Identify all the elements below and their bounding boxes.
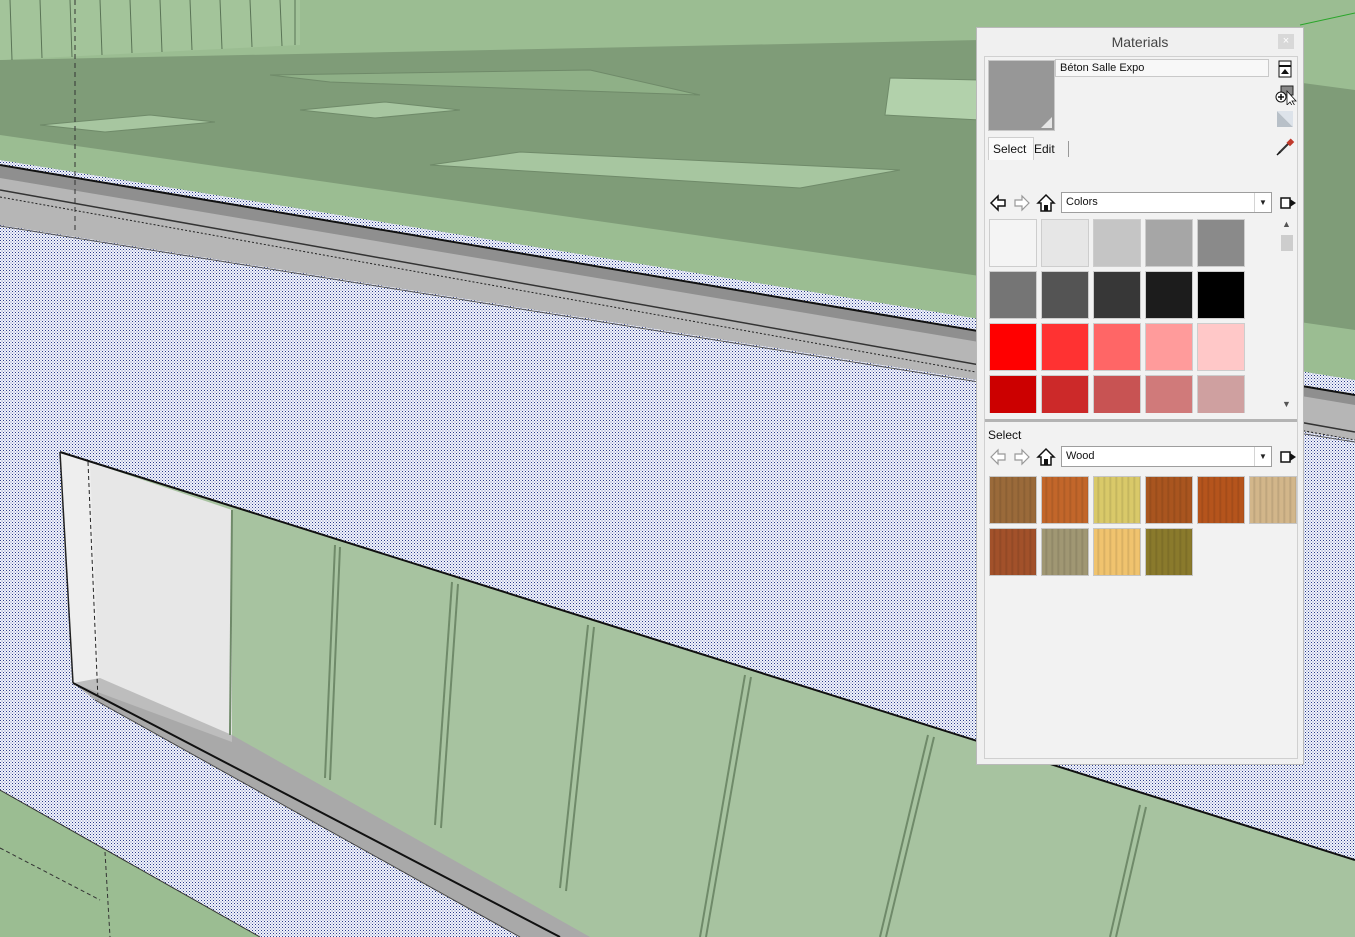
create-material-icon[interactable] xyxy=(1275,83,1297,108)
materials-panel: Materials × Béton Salle Expo Select Edit… xyxy=(976,27,1304,765)
color-swatch[interactable] xyxy=(1197,219,1245,267)
display-secondary-pane-icon[interactable] xyxy=(1275,59,1295,79)
color-swatch[interactable] xyxy=(1145,271,1193,319)
wood-swatch[interactable] xyxy=(1145,476,1193,524)
eyedropper-icon[interactable] xyxy=(1275,137,1295,157)
home-icon[interactable] xyxy=(1036,193,1056,213)
wood-swatch[interactable] xyxy=(1093,476,1141,524)
chevron-down-icon: ▼ xyxy=(1254,193,1271,212)
default-material-icon[interactable] xyxy=(1275,109,1295,129)
materials-panel-body: Béton Salle Expo Select Edit Colors ▼ ▲ … xyxy=(984,56,1298,759)
wood-swatch[interactable] xyxy=(989,528,1037,576)
forward-arrow-icon[interactable] xyxy=(1012,193,1032,213)
wood-swatch[interactable] xyxy=(989,476,1037,524)
forward-arrow-icon[interactable] xyxy=(1012,447,1032,467)
color-swatch[interactable] xyxy=(989,271,1037,319)
home-icon[interactable] xyxy=(1036,447,1056,467)
color-swatch[interactable] xyxy=(1093,323,1141,371)
secondary-pane-label: Select xyxy=(988,428,1022,442)
wood-swatch[interactable] xyxy=(1145,528,1193,576)
color-swatch[interactable] xyxy=(1093,271,1141,319)
tab-edit[interactable]: Edit xyxy=(1030,141,1069,157)
color-swatch[interactable] xyxy=(989,219,1037,267)
details-arrow-icon[interactable] xyxy=(1278,193,1298,213)
material-name-field[interactable]: Béton Salle Expo xyxy=(1055,59,1269,77)
back-arrow-icon[interactable] xyxy=(988,193,1008,213)
library-dropdown-wood[interactable]: Wood ▼ xyxy=(1061,446,1272,467)
color-swatch-grid xyxy=(988,217,1276,413)
color-swatch[interactable] xyxy=(1145,375,1193,413)
bottom-browser-nav: Wood ▼ xyxy=(988,445,1296,469)
wood-swatch[interactable] xyxy=(1197,476,1245,524)
scroll-down-icon[interactable]: ▼ xyxy=(1282,399,1291,409)
color-swatch[interactable] xyxy=(1145,219,1193,267)
color-swatch[interactable] xyxy=(989,323,1037,371)
color-swatch[interactable] xyxy=(1197,323,1245,371)
color-swatch[interactable] xyxy=(1145,323,1193,371)
current-material-swatch[interactable] xyxy=(988,60,1055,131)
color-swatch[interactable] xyxy=(1041,375,1089,413)
swatch-corner-icon xyxy=(1041,117,1052,128)
details-arrow-icon[interactable] xyxy=(1278,447,1298,467)
wood-swatch[interactable] xyxy=(1093,528,1141,576)
wood-swatch[interactable] xyxy=(1041,528,1089,576)
color-swatch[interactable] xyxy=(1093,219,1141,267)
color-swatch[interactable] xyxy=(1041,271,1089,319)
close-button[interactable]: × xyxy=(1278,34,1294,49)
wood-swatch[interactable] xyxy=(1249,476,1297,524)
tab-select[interactable]: Select xyxy=(988,137,1034,160)
wood-swatch[interactable] xyxy=(1041,476,1089,524)
color-swatch[interactable] xyxy=(1197,375,1245,413)
pane-splitter[interactable] xyxy=(985,419,1297,422)
wood-swatch-grid xyxy=(988,475,1298,585)
panel-title: Materials xyxy=(1111,34,1169,50)
color-swatch[interactable] xyxy=(1197,271,1245,319)
panel-tabs: Select Edit xyxy=(988,137,1296,161)
back-arrow-icon[interactable] xyxy=(988,447,1008,467)
swatch-scrollbar[interactable]: ▲ ▼ xyxy=(1279,219,1293,415)
scroll-up-icon[interactable]: ▲ xyxy=(1282,219,1291,229)
color-swatch[interactable] xyxy=(1093,375,1141,413)
library-dropdown-colors[interactable]: Colors ▼ xyxy=(1061,192,1272,213)
top-browser-nav: Colors ▼ xyxy=(988,191,1296,215)
scroll-thumb[interactable] xyxy=(1281,235,1293,251)
library-dropdown-value: Wood xyxy=(1066,450,1095,462)
color-swatch[interactable] xyxy=(1041,219,1089,267)
color-swatch[interactable] xyxy=(989,375,1037,413)
color-swatch[interactable] xyxy=(1041,323,1089,371)
library-dropdown-value: Colors xyxy=(1066,196,1098,208)
chevron-down-icon: ▼ xyxy=(1254,447,1271,466)
